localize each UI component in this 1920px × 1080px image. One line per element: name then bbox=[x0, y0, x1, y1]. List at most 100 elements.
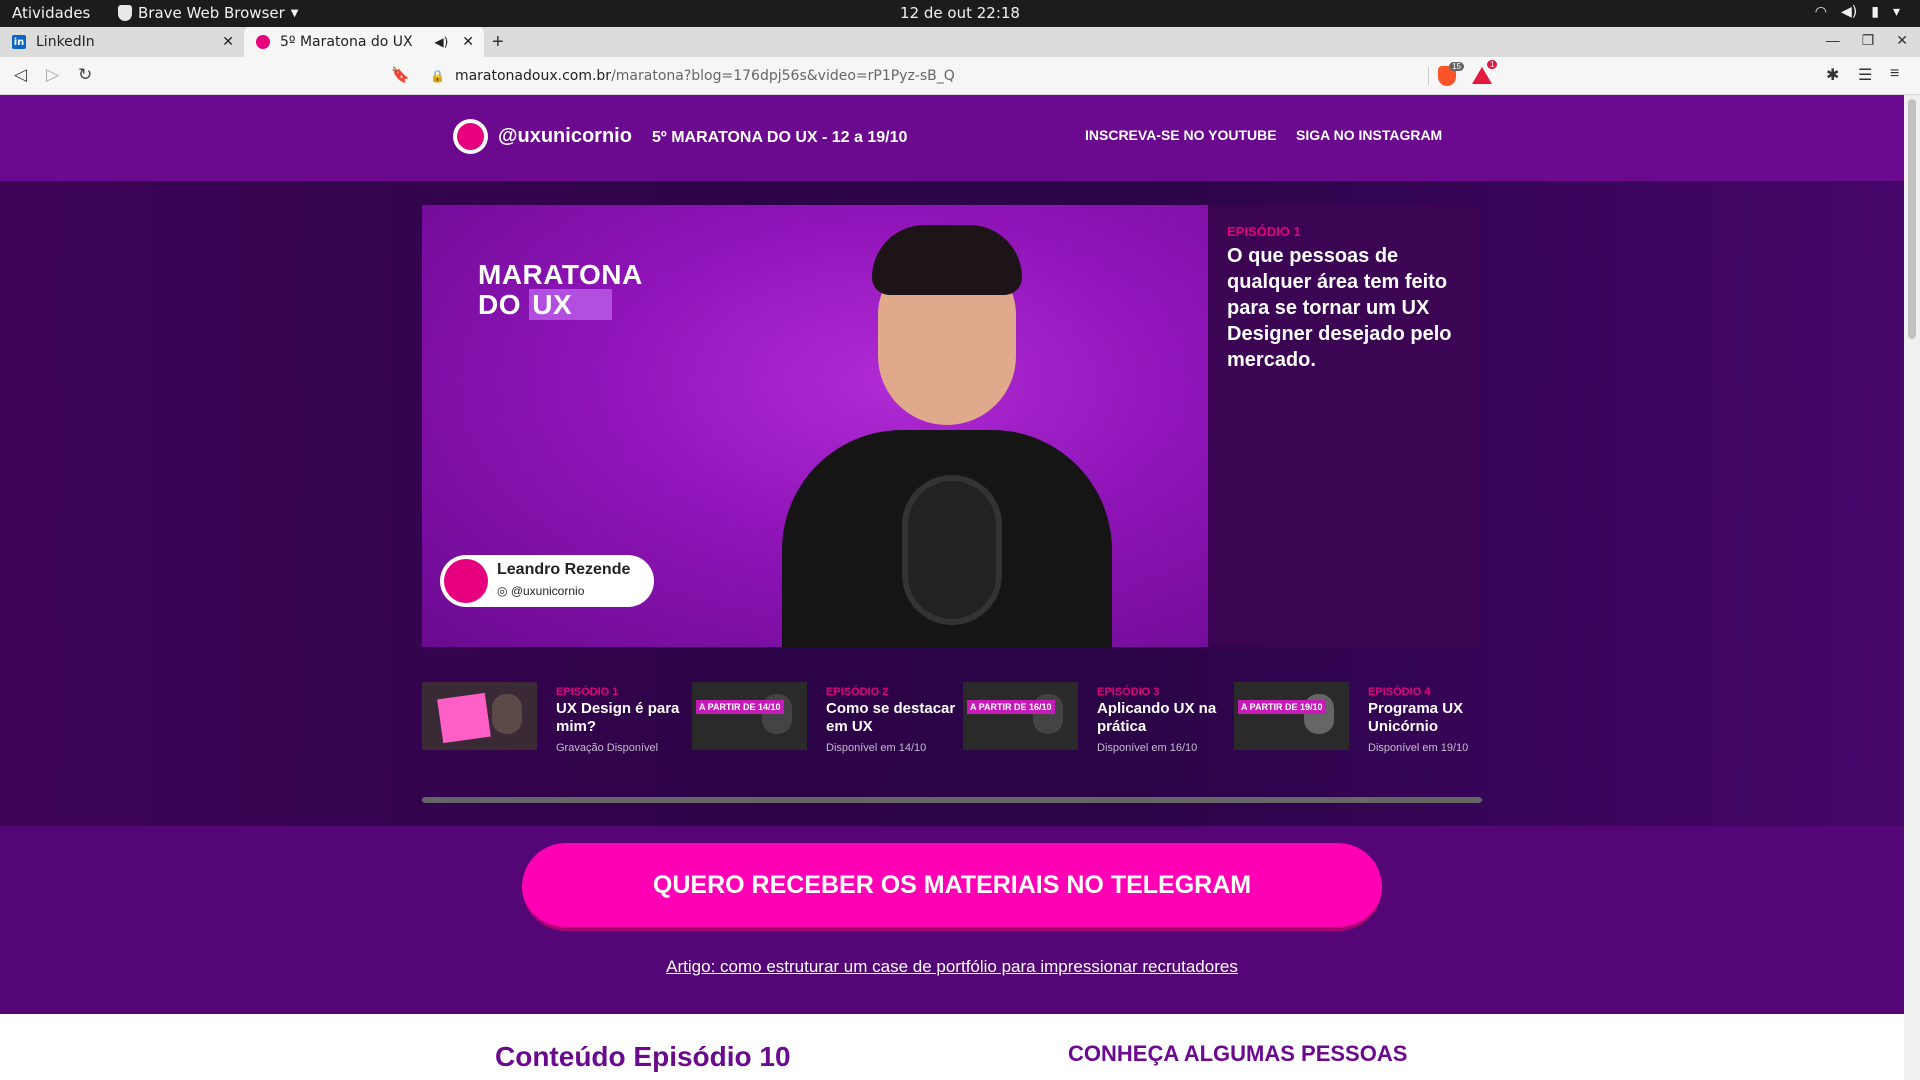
episode-scrollbar[interactable] bbox=[422, 797, 1482, 803]
app-name: Brave Web Browser bbox=[138, 4, 285, 22]
presenter-handle: ◎ @uxunicornio bbox=[497, 584, 584, 598]
episode-card-4[interactable]: A PARTIR DE 19/10 EPISÓDIO 4 Programa UX… bbox=[1234, 682, 1494, 762]
restore-icon[interactable]: ❐ bbox=[1862, 32, 1875, 49]
battery-icon: ▮ bbox=[1871, 4, 1879, 20]
episode-card-1[interactable]: EPISÓDIO 1 UX Design é para mim? Gravaçã… bbox=[422, 682, 682, 762]
youtube-subscribe-link[interactable]: INSCREVA-SE NO YOUTUBE bbox=[1085, 127, 1277, 143]
playlist-icon[interactable]: ☰ bbox=[1858, 65, 1872, 85]
sticky-note bbox=[437, 692, 491, 744]
brand[interactable]: @uxunicornio bbox=[453, 119, 632, 154]
episode-title: UX Design é para mim? bbox=[556, 700, 680, 735]
current-episode-panel: EPISÓDIO 1 O que pessoas de qualquer áre… bbox=[1208, 205, 1482, 647]
event-title: 5º MARATONA DO UX - 12 a 19/10 bbox=[652, 129, 908, 146]
minimize-icon[interactable]: — bbox=[1826, 32, 1840, 49]
wifi-icon: ◠ bbox=[1814, 4, 1828, 20]
back-icon[interactable]: ◁ bbox=[14, 65, 27, 85]
close-icon[interactable]: ✕ bbox=[462, 34, 474, 50]
microphone bbox=[902, 475, 1002, 625]
brave-icon bbox=[118, 5, 132, 21]
presenter-hair bbox=[872, 225, 1022, 295]
person-image bbox=[492, 694, 522, 734]
logo-line: MARATONA bbox=[478, 259, 643, 290]
episode-card-3[interactable]: A PARTIR DE 16/10 EPISÓDIO 3 Aplicando U… bbox=[963, 682, 1223, 762]
shield-count: 15 bbox=[1449, 62, 1464, 71]
episode-thumbnail: A PARTIR DE 14/10 bbox=[692, 682, 807, 750]
window-controls: — ❐ ✕ bbox=[1826, 32, 1908, 49]
menu-icon[interactable]: ≡ bbox=[1890, 65, 1899, 83]
logo-ux: UX bbox=[529, 289, 613, 320]
availability-badge: A PARTIR DE 19/10 bbox=[1238, 700, 1326, 714]
tab-linkedin[interactable]: in LinkedIn ✕ bbox=[0, 27, 244, 57]
episode-card-2[interactable]: A PARTIR DE 14/10 EPISÓDIO 2 Como se des… bbox=[692, 682, 955, 762]
cta-section: QUERO RECEBER OS MATERIAIS NO TELEGRAM A… bbox=[0, 826, 1904, 1014]
web-page: @uxunicornio 5º MARATONA DO UX - 12 a 19… bbox=[0, 95, 1904, 1080]
address-bar[interactable]: 🔒 maratonadoux.com.br /maratona?blog=176… bbox=[418, 62, 1428, 90]
close-window-icon[interactable]: ✕ bbox=[1896, 32, 1908, 49]
episode-kicker: EPISÓDIO 3 bbox=[1097, 686, 1160, 698]
logo-do: DO bbox=[478, 289, 521, 320]
episode-status: Disponível em 14/10 bbox=[826, 742, 927, 754]
chevron-down-icon: ▾ bbox=[1892, 4, 1900, 20]
episode-kicker: EPISÓDIO 1 bbox=[556, 686, 619, 698]
lock-icon[interactable]: 🔒 bbox=[430, 69, 445, 83]
brand-handle: @uxunicornio bbox=[498, 125, 632, 147]
extensions-icon[interactable]: ✱ bbox=[1826, 65, 1839, 85]
episode-list: EPISÓDIO 1 UX Design é para mim? Gravaçã… bbox=[422, 682, 1482, 762]
reload-icon[interactable]: ↻ bbox=[78, 65, 92, 85]
episode-text: EPISÓDIO 2 Como se destacar em UX Dispon… bbox=[826, 686, 966, 754]
episode-title: Programa UX Unicórnio bbox=[1368, 700, 1464, 735]
episode-thumbnail bbox=[422, 682, 537, 750]
speaker-icon[interactable]: ◀) bbox=[434, 35, 448, 49]
url-path: /maratona?blog=176dpj56s&video=rP1Pyz-sB… bbox=[611, 68, 955, 84]
rewards-count: 1 bbox=[1486, 59, 1499, 70]
maratona-logo: MARATONA DO UX bbox=[478, 260, 643, 320]
instagram-follow-link[interactable]: SIGA NO INSTAGRAM bbox=[1296, 127, 1442, 143]
unicorn-logo-icon bbox=[444, 559, 488, 603]
hero-section: MARATONA DO UX Leandro Rezende ◎ @uxunic… bbox=[0, 181, 1904, 826]
brave-shield-icon[interactable]: 15 bbox=[1438, 62, 1464, 86]
availability-badge: A PARTIR DE 16/10 bbox=[967, 700, 1055, 714]
article-link[interactable]: Artigo: como estruturar um case de portf… bbox=[0, 957, 1904, 977]
episode-kicker: EPISÓDIO 1 bbox=[1227, 224, 1301, 239]
new-tab-button[interactable]: + bbox=[492, 31, 504, 54]
browser-toolbar: ◁ ▷ ↻ 🔖 🔒 maratonadoux.com.br /maratona?… bbox=[0, 57, 1920, 95]
app-menu[interactable]: Brave Web Browser ▼ bbox=[118, 4, 298, 22]
linkedin-icon: in bbox=[12, 35, 26, 49]
instagram-icon: ◎ bbox=[497, 584, 511, 598]
content-section: Conteúdo Episódio 10 CONHEÇA ALGUMAS PES… bbox=[0, 1014, 1904, 1080]
bookmark-icon[interactable]: 🔖 bbox=[391, 66, 410, 84]
episode-text: EPISÓDIO 1 UX Design é para mim? Gravaçã… bbox=[556, 686, 696, 754]
unicorn-logo-icon bbox=[453, 119, 488, 154]
presenter-lower-third: Leandro Rezende ◎ @uxunicornio bbox=[440, 555, 654, 607]
close-icon[interactable]: ✕ bbox=[222, 34, 234, 50]
episode-text: EPISÓDIO 3 Aplicando UX na prática Dispo… bbox=[1097, 686, 1237, 754]
forward-icon[interactable]: ▷ bbox=[46, 65, 59, 85]
tab-title: LinkedIn bbox=[36, 34, 95, 50]
episode-title: Como se destacar em UX bbox=[826, 700, 956, 735]
episode-kicker: EPISÓDIO 4 bbox=[1368, 686, 1431, 698]
divider bbox=[1428, 67, 1429, 85]
page-scrollbar[interactable] bbox=[1904, 95, 1920, 1080]
episode-text: EPISÓDIO 4 Programa UX Unicórnio Disponí… bbox=[1368, 686, 1508, 754]
tab-maratona[interactable]: 5º Maratona do UX ◀) ✕ bbox=[244, 27, 484, 57]
episode-status: Disponível em 19/10 bbox=[1368, 742, 1469, 754]
url-host: maratonadoux.com.br bbox=[454, 68, 612, 84]
system-tray[interactable]: ◠ ◀) ▮ ▾ bbox=[1815, 4, 1900, 20]
episode-title: Aplicando UX na prática bbox=[1097, 700, 1217, 735]
tab-title: 5º Maratona do UX bbox=[280, 34, 413, 50]
brave-rewards-icon[interactable]: 1 bbox=[1472, 59, 1499, 84]
presenter-image bbox=[752, 225, 1132, 647]
tab-strip: in LinkedIn ✕ 5º Maratona do UX ◀) ✕ bbox=[0, 27, 1920, 57]
episode-thumbnail: A PARTIR DE 19/10 bbox=[1234, 682, 1349, 750]
activities-button[interactable]: Atividades bbox=[12, 4, 90, 22]
episode-thumbnail: A PARTIR DE 16/10 bbox=[963, 682, 1078, 750]
os-top-bar: Atividades Brave Web Browser ▼ 12 de out… bbox=[0, 0, 1920, 27]
scrollbar-thumb[interactable] bbox=[1908, 99, 1916, 339]
handle-text: @uxunicornio bbox=[510, 584, 585, 598]
video-player[interactable]: MARATONA DO UX Leandro Rezende ◎ @uxunic… bbox=[422, 205, 1208, 647]
episode-status: Gravação Disponível bbox=[556, 742, 659, 754]
presenter-name: Leandro Rezende bbox=[497, 561, 631, 578]
episode-kicker: EPISÓDIO 2 bbox=[826, 686, 889, 698]
site-header: @uxunicornio 5º MARATONA DO UX - 12 a 19… bbox=[0, 95, 1904, 181]
telegram-cta-button[interactable]: QUERO RECEBER OS MATERIAIS NO TELEGRAM bbox=[522, 843, 1382, 931]
